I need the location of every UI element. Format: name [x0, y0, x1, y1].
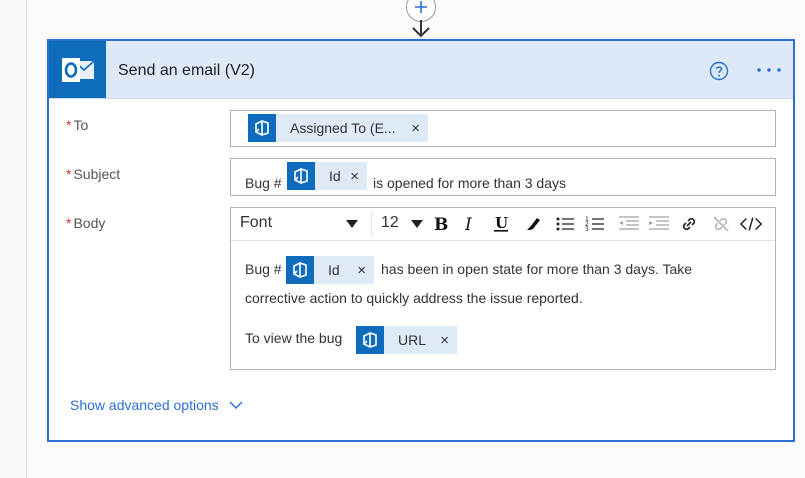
send-email-action-card: Send an email (V2) * To Assigned To (E...…: [47, 39, 795, 442]
subject-label: * Subject: [66, 166, 120, 182]
body-line1-suffix: has been in open state for more than 3 d…: [381, 261, 693, 277]
font-size-select[interactable]: 12: [381, 214, 425, 236]
highlight-pen-icon[interactable]: [521, 212, 545, 236]
code-view-icon[interactable]: [739, 212, 763, 236]
bulleted-list-icon[interactable]: [553, 212, 577, 236]
body-line1-prefix: Bug #: [245, 261, 282, 277]
underline-icon[interactable]: U: [489, 212, 513, 236]
to-label: * To: [66, 117, 88, 133]
body-editor[interactable]: Font 12 B I U 123 Bug # Id × has been in…: [230, 207, 776, 370]
devops-icon: [286, 256, 314, 284]
dynamic-content-token[interactable]: URL ×: [356, 326, 457, 354]
bold-icon[interactable]: B: [429, 212, 453, 236]
body-line3-prefix: To view the bug: [245, 330, 343, 346]
italic-icon[interactable]: I: [457, 212, 481, 236]
card-title: Send an email (V2): [118, 62, 255, 79]
numbered-list-icon[interactable]: 123: [583, 212, 607, 236]
card-header[interactable]: Send an email (V2): [49, 41, 793, 99]
required-marker: *: [66, 166, 72, 182]
chevron-down-icon: [229, 401, 243, 409]
left-rail: [0, 0, 27, 478]
required-marker: *: [66, 117, 72, 133]
svg-text:B: B: [434, 215, 448, 233]
font-family-value: Font: [240, 214, 273, 231]
body-line2: corrective action to quickly address the…: [245, 290, 583, 306]
subject-suffix: is opened for more than 3 days: [373, 175, 567, 191]
caret-down-icon: [411, 220, 423, 228]
token-label: Id: [329, 168, 341, 184]
font-size-value: 12: [381, 214, 399, 231]
svg-text:I: I: [464, 215, 472, 233]
unlink-icon[interactable]: [709, 212, 733, 236]
devops-icon: [248, 114, 276, 142]
token-label: URL: [398, 332, 427, 348]
link-icon[interactable]: [677, 212, 701, 236]
subject-label-text: Subject: [73, 166, 121, 182]
font-family-select[interactable]: Font: [240, 214, 364, 236]
remove-token-icon[interactable]: ×: [350, 168, 367, 185]
token-label: Id: [328, 262, 340, 278]
arrow-down-icon: [412, 20, 430, 38]
devops-icon: [356, 326, 384, 354]
outlook-icon: [49, 41, 106, 98]
subject-prefix: Bug #: [245, 175, 282, 191]
svg-text:U: U: [495, 215, 508, 232]
increase-indent-icon[interactable]: [647, 212, 671, 236]
dynamic-content-token[interactable]: Id ×: [286, 256, 374, 284]
remove-token-icon[interactable]: ×: [440, 332, 457, 349]
svg-text:3: 3: [585, 226, 589, 233]
plus-icon: [415, 1, 427, 13]
dynamic-content-token[interactable]: Assigned To (E... ×: [248, 114, 428, 142]
token-label: Assigned To (E...: [290, 120, 396, 136]
toolbar-divider: [371, 212, 372, 236]
to-field[interactable]: Assigned To (E... ×: [230, 110, 776, 147]
body-label: * Body: [66, 215, 105, 231]
question-circle-icon[interactable]: [709, 61, 729, 81]
decrease-indent-icon[interactable]: [617, 212, 641, 236]
caret-down-icon: [346, 220, 358, 228]
show-advanced-options-label: Show advanced options: [70, 397, 219, 413]
required-marker: *: [66, 215, 72, 231]
subject-field[interactable]: Bug # Id × is opened for more than 3 day…: [230, 158, 776, 196]
show-advanced-options-link[interactable]: Show advanced options: [70, 397, 243, 413]
remove-token-icon[interactable]: ×: [357, 262, 374, 279]
body-label-text: Body: [73, 215, 106, 231]
devops-icon: [287, 162, 315, 190]
remove-token-icon[interactable]: ×: [411, 120, 428, 137]
dynamic-content-token[interactable]: Id ×: [287, 162, 367, 190]
to-label-text: To: [73, 117, 89, 133]
ellipsis-icon[interactable]: [752, 59, 786, 81]
rich-text-toolbar: Font 12 B I U 123: [231, 208, 775, 241]
